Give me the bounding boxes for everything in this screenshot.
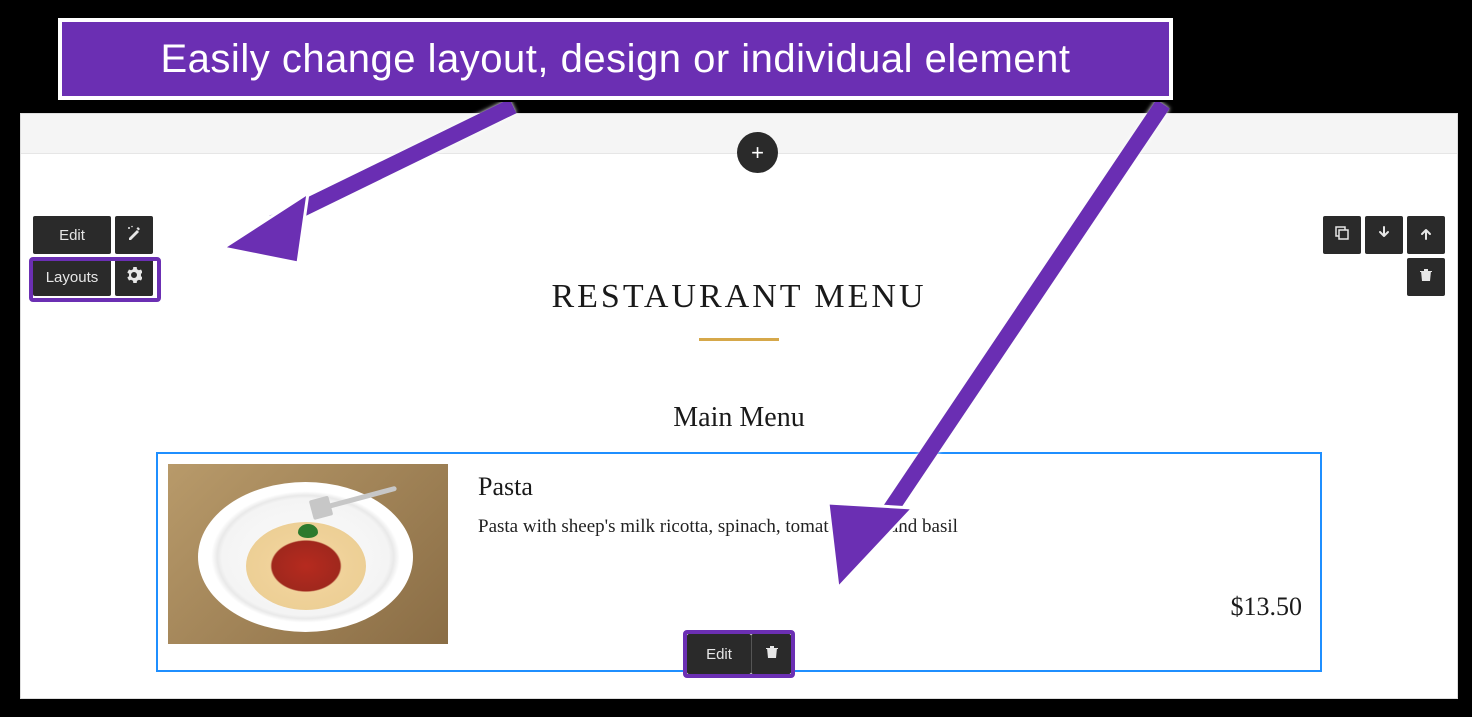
move-section-down-button[interactable] [1365,216,1403,254]
screenshot-frame: Easily change layout, design or individu… [3,3,1469,714]
menu-item-text: Pasta Pasta with sheep's milk ricotta, s… [448,464,1310,538]
annotation-banner: Easily change layout, design or individu… [58,18,1173,100]
menu-subtitle[interactable]: Main Menu [21,402,1457,434]
plus-icon: + [751,140,764,166]
copy-icon [1334,225,1350,245]
title-underline [699,338,779,341]
edit-section-button[interactable]: Edit [33,216,111,254]
section-settings-button[interactable] [115,258,153,296]
layouts-button[interactable]: Layouts [33,258,111,296]
arrow-up-icon [1418,225,1434,245]
edit-item-button[interactable]: Edit [687,634,751,674]
add-section-button[interactable]: + [737,132,778,173]
arrow-down-icon [1376,225,1392,245]
menu-title[interactable]: RESTAURANT MENU [21,278,1457,316]
menu-item-description[interactable]: Pasta with sheep's milk ricotta, spinach… [478,516,1310,538]
menu-item-price[interactable]: $13.50 [1231,592,1303,622]
section-right-toolbar [1323,216,1445,296]
trash-icon [764,644,780,664]
editor-canvas: + Edit Layouts [20,113,1458,699]
menu-item-name[interactable]: Pasta [478,472,1310,502]
annotation-banner-text: Easily change layout, design or individu… [161,37,1071,82]
section-left-toolbar: Edit Layouts [33,216,153,296]
menu-item-image[interactable] [168,464,448,644]
delete-item-button[interactable] [751,634,791,674]
gear-icon [126,267,142,287]
trash-icon [1418,267,1434,287]
delete-section-button[interactable] [1407,258,1445,296]
duplicate-section-button[interactable] [1323,216,1361,254]
magic-wand-button[interactable] [115,216,153,254]
item-edit-toolbar: Edit [683,630,795,678]
magic-wand-icon [126,225,142,245]
menu-item-card[interactable]: Pasta Pasta with sheep's milk ricotta, s… [156,452,1322,672]
move-section-up-button[interactable] [1407,216,1445,254]
